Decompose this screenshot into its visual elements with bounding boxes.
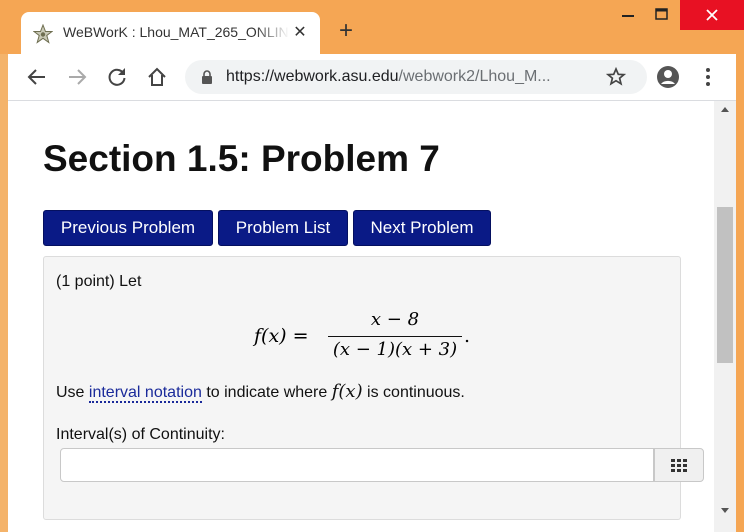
scroll-up-arrow-icon[interactable] [714,101,736,118]
window-close-icon[interactable] [680,0,744,30]
problem-box: (1 point) Let f(x) = x − 8 (x − 1)(x + 3… [43,256,704,520]
scrollbar-corner [714,519,736,532]
previous-problem-button[interactable]: Previous Problem [43,210,213,246]
browser-toolbar: https://webwork.asu.edu/webwork2/Lhou_M.… [8,54,744,101]
tab-title: WeBWorK : Lhou_MAT_265_ONLINE [63,24,289,40]
formula-period: . [464,325,471,347]
menu-dots-icon[interactable] [698,65,718,89]
bookmark-star-icon[interactable] [606,67,626,87]
home-icon[interactable] [144,64,170,90]
back-arrow-icon[interactable] [24,64,50,90]
url-host: https://webwork.asu.edu [226,68,399,85]
webwork-favicon-icon [33,24,53,44]
vertical-scrollbar[interactable] [714,101,736,519]
browser-tab[interactable]: WeBWorK : Lhou_MAT_265_ONLINE ✕ [21,12,320,54]
account-icon[interactable] [656,65,680,89]
instruction-mid: to indicate where [201,384,332,401]
instruction-pre: Use [56,384,89,401]
instruction-post: is continuous. [362,384,465,401]
address-bar[interactable]: https://webwork.asu.edu/webwork2/Lhou_M.… [185,60,647,94]
tab-close-icon[interactable]: ✕ [289,22,311,44]
formula-numerator: x − 8 [370,309,420,330]
page-viewport: Section 1.5: Problem 7 Previous Problem … [8,101,714,532]
lock-icon [202,70,212,84]
instruction-math: f(x) [331,381,363,402]
formula-denominator: (x − 1)(x + 3) [332,339,458,360]
fraction-bar [328,336,462,337]
problem-list-button[interactable]: Problem List [218,210,348,246]
interval-notation-link[interactable]: interval notation [88,384,202,403]
url-path: /webwork2/Lhou_M... [398,68,551,85]
math-keypad-button[interactable] [654,448,704,482]
page-title: Section 1.5: Problem 7 [43,138,440,179]
problem-intro: (1 point) Let [56,273,142,290]
maximize-icon[interactable] [640,0,684,30]
scroll-thumb[interactable] [717,207,733,363]
title-bar: WeBWorK : Lhou_MAT_265_ONLINE ✕ + [0,0,744,54]
reload-icon[interactable] [104,64,130,90]
url-text[interactable]: https://webwork.asu.edu/webwork2/Lhou_M.… [226,68,581,86]
forward-arrow-icon[interactable] [64,64,90,90]
window-frame-right [736,54,744,532]
next-problem-button[interactable]: Next Problem [353,210,491,246]
keypad-grid-icon [671,459,687,472]
formula-lhs: f(x) = [254,325,309,347]
new-tab-icon[interactable]: + [334,19,358,44]
answer-label: Interval(s) of Continuity: [56,426,225,443]
browser-window: WeBWorK : Lhou_MAT_265_ONLINE ✕ + https:… [0,0,744,532]
answer-input[interactable] [60,448,654,482]
scroll-down-arrow-icon[interactable] [714,502,736,519]
problem-instruction: Use interval notation to indicate where … [56,381,465,403]
